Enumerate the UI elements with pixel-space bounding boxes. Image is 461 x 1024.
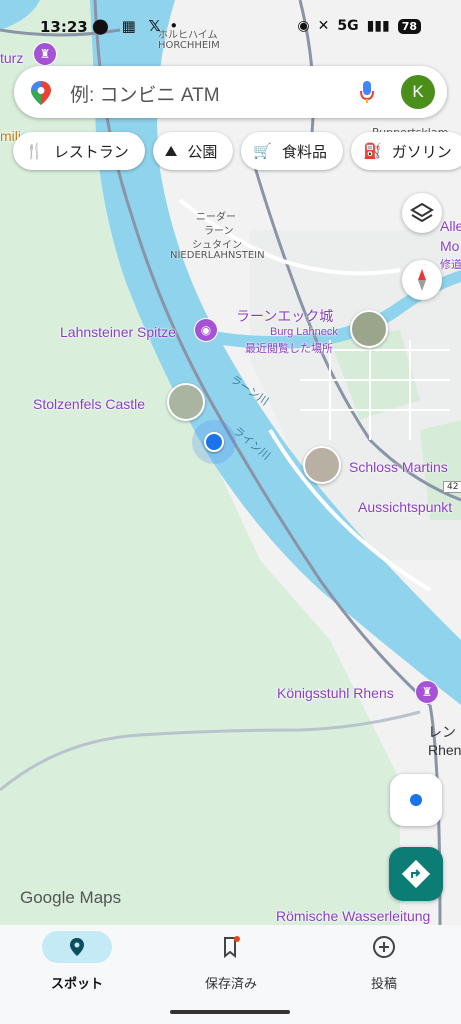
add-circle-icon [373, 936, 395, 958]
my-location-icon [410, 794, 422, 806]
search-bar[interactable]: 例: コンビニ ATM K [14, 66, 447, 118]
map-label-lahnsteiner-spitze[interactable]: Lahnsteiner Spitze [60, 324, 176, 340]
search-input[interactable]: 例: コンビニ ATM [70, 80, 220, 107]
status-bar: 13:23 ⬤ ▦ 𝕏 • ◉ ✕ 5G ▮▮▮ 78 [0, 0, 461, 56]
my-location-button[interactable] [390, 774, 442, 826]
gas-icon: ⛽ [363, 142, 382, 160]
location-status-icon: ⬤ [92, 17, 109, 35]
chip-label: 食料品 [282, 142, 328, 161]
nav-icon-wrap [349, 931, 419, 963]
category-chips: 🍴 レストラン ⛰ 公園 🛒 食料品 ⛽ ガソリン [13, 132, 461, 170]
calendar-status-icon: ▦ [121, 17, 136, 35]
status-system-icons: ◉ ✕ 5G ▮▮▮ 78 [297, 18, 421, 34]
battery-level: 78 [397, 18, 421, 34]
map-label-allerheiligen-3[interactable]: 修道 [440, 256, 461, 272]
mic-icon[interactable] [359, 79, 375, 109]
stolzenfels-thumbnail[interactable] [167, 383, 205, 421]
map-label-burg-lahneck[interactable]: Burg Lahneck [270, 326, 338, 338]
nav-label-contribute: 投稿 [370, 977, 397, 992]
chip-gas[interactable]: ⛽ ガソリン [351, 132, 461, 170]
signal-icon: ▮▮▮ [366, 18, 390, 34]
park-icon: ⛰ [164, 142, 178, 160]
map-label-rhens-jp: レン [428, 725, 456, 741]
nav-label-explore: スポット [50, 977, 103, 992]
location-icon: ◉ [297, 18, 310, 34]
map-label-burg-lahneck-jp[interactable]: ラーンエック城 [236, 306, 333, 326]
nav-item-explore[interactable]: スポット [0, 925, 154, 992]
mute-icon: ✕ [317, 18, 330, 34]
nav-item-contribute[interactable]: 投稿 [307, 925, 461, 992]
current-location-dot [204, 432, 224, 452]
nav-label-saved: 保存済み [204, 977, 257, 992]
restaurant-icon: 🍴 [25, 142, 44, 160]
map-label-roemische[interactable]: Römische Wasserleitung [276, 908, 430, 924]
chip-restaurant[interactable]: 🍴 レストラン [13, 132, 145, 170]
map-label-niederlahnstein-jp2: ラーン [204, 226, 234, 237]
map-label-niederlahnstein-jp3: シュタイン [192, 240, 242, 251]
google-maps-logo: Google Maps [20, 888, 122, 907]
grocery-icon: 🛒 [253, 142, 273, 160]
chip-grocery[interactable]: 🛒 食料品 [241, 132, 344, 170]
chip-park[interactable]: ⛰ 公園 [152, 132, 234, 170]
map-label-aussichtspunkt[interactable]: Aussichtspunkt [358, 499, 452, 515]
bookmark-icon [224, 936, 240, 959]
map-label-rhens: Rhen [428, 742, 461, 758]
network-type: 5G [337, 18, 359, 34]
schloss-martinsburg-thumbnail[interactable] [303, 446, 341, 484]
nav-icon-wrap [196, 931, 266, 963]
chip-label: レストラン [53, 142, 129, 161]
map-label-niederlahnstein-jp1: ニーダー [196, 212, 236, 223]
status-time: 13:23 [40, 18, 88, 36]
account-avatar[interactable]: K [401, 75, 435, 109]
map-label-koenigsstuhl[interactable]: Königsstuhl Rhens [277, 685, 394, 701]
chip-label: 公園 [187, 142, 218, 161]
compass-button[interactable] [402, 260, 442, 300]
burg-lahneck-thumbnail[interactable] [350, 310, 388, 348]
nav-item-saved[interactable]: 保存済み [154, 925, 308, 992]
status-notification-icons: ⬤ ▦ 𝕏 • [92, 17, 178, 35]
maps-logo-pin-icon [30, 80, 52, 110]
map-label-stolzenfels[interactable]: Stolzenfels Castle [33, 396, 145, 412]
directions-button[interactable] [389, 847, 443, 901]
chip-label: ガソリン [391, 142, 452, 161]
dot-icon: • [169, 17, 179, 35]
map-label-schloss-martinsburg[interactable]: Schloss Martins [349, 459, 448, 475]
map-label-niederlahnstein: NIEDERLAHNSTEIN [170, 250, 265, 261]
layers-button[interactable] [402, 193, 442, 233]
camera-poi-icon[interactable]: ◉ [194, 318, 218, 342]
x-app-icon: 𝕏 [148, 17, 161, 35]
map-label-allerheiligen-2[interactable]: Mo [440, 238, 459, 254]
compass-icon [418, 269, 426, 291]
explore-pin-icon [70, 938, 84, 956]
home-indicator[interactable] [170, 1010, 290, 1014]
map-label-recently-viewed: 最近閲覧した場所 [245, 343, 333, 355]
koenigsstuhl-poi-icon[interactable]: ♜ [415, 680, 439, 704]
nav-active-indicator [42, 931, 112, 963]
route-42-badge: 42 [443, 481, 461, 493]
map-label-allerheiligen-1[interactable]: Alle [440, 218, 461, 234]
layers-icon [410, 202, 434, 223]
directions-icon [401, 859, 431, 889]
